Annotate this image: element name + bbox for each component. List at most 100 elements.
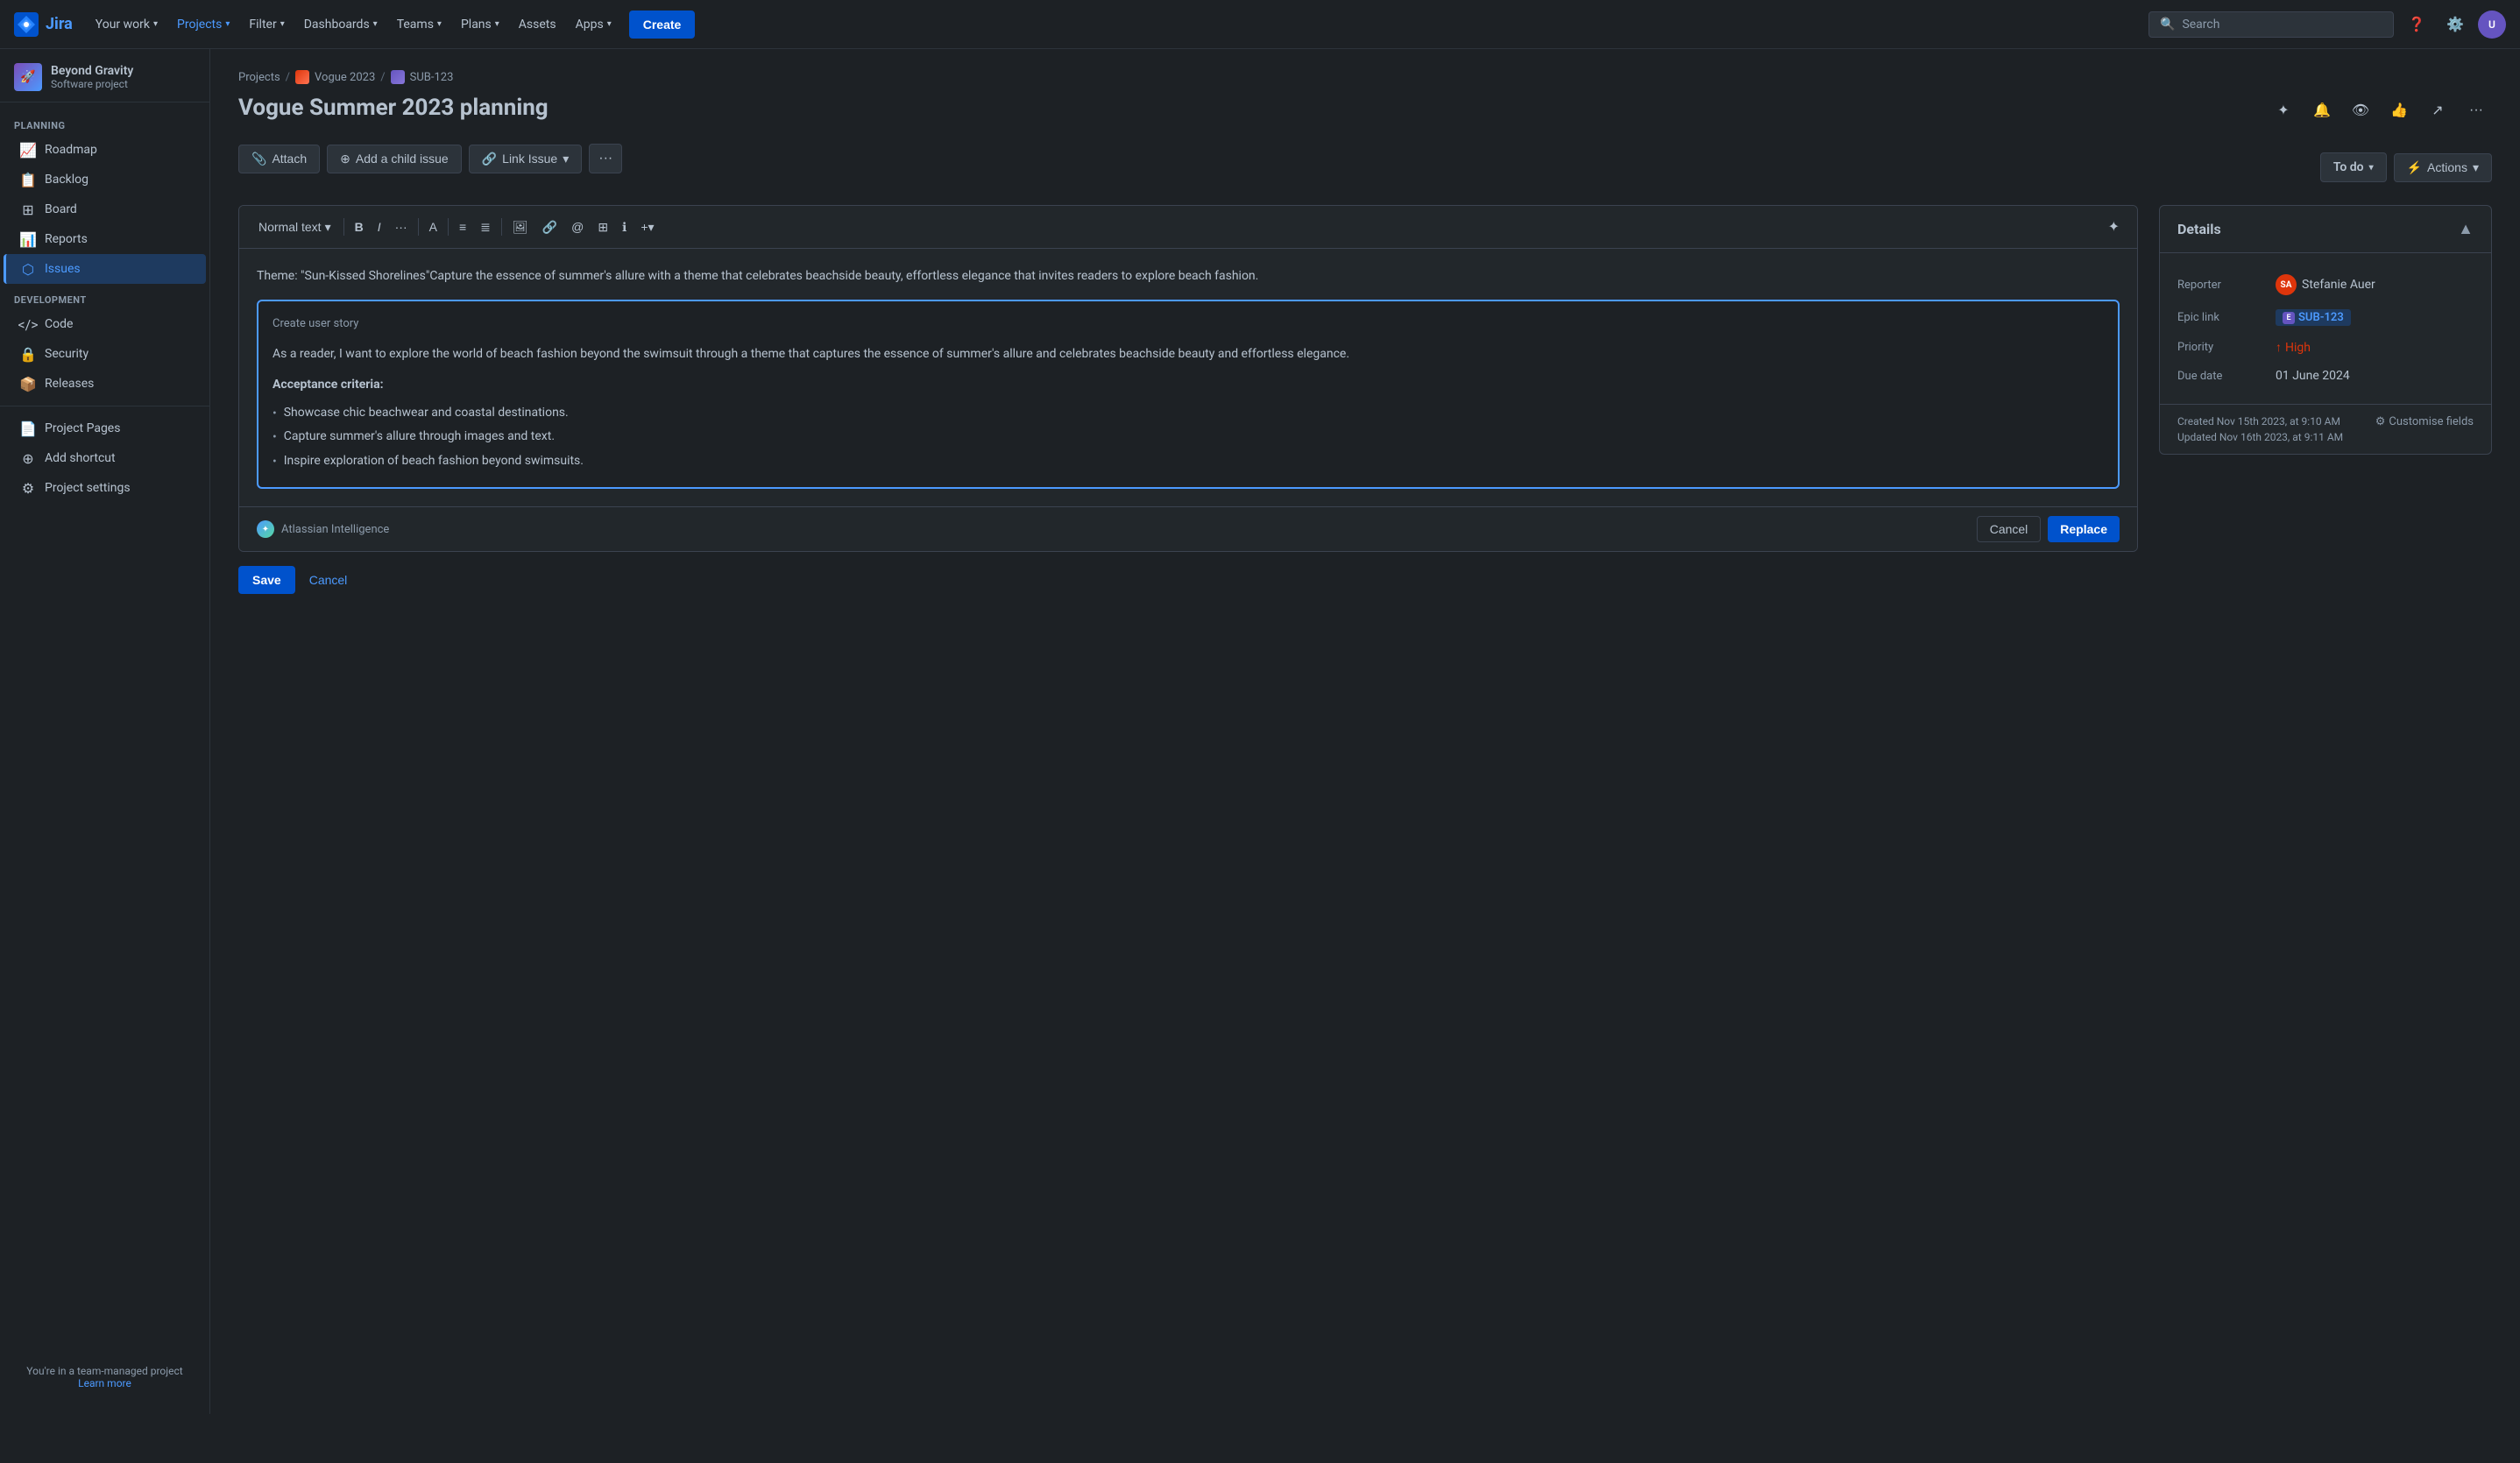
link-issue-button[interactable]: 🔗 Link Issue ▾ <box>469 145 583 173</box>
ai-brand-label: Atlassian Intelligence <box>281 523 389 536</box>
notification-button[interactable]: 🔔 <box>2306 95 2338 126</box>
releases-label: Releases <box>45 377 94 391</box>
theme-text: Theme: "Sun-Kissed Shorelines"Capture th… <box>257 266 2120 286</box>
chevron-down-icon: ▾ <box>2369 163 2374 173</box>
sidebar-item-issues[interactable]: ⬡ Issues <box>4 254 206 284</box>
bullet-list-button[interactable]: ≡ <box>454 216 471 237</box>
save-button[interactable]: Save <box>238 566 295 594</box>
cancel-edit-button[interactable]: Cancel <box>302 566 355 594</box>
topnav-right: 🔍 Search ❓ ⚙️ U <box>2148 9 2506 40</box>
thumbsup-button[interactable]: 👍 <box>2383 95 2415 126</box>
help-button[interactable]: ❓ <box>2401 9 2432 40</box>
issues-label: Issues <box>45 262 81 276</box>
add-shortcut-icon: ⊕ <box>20 450 36 466</box>
info-button[interactable]: ℹ <box>617 216 632 238</box>
breadcrumb-sub[interactable]: SUB-123 <box>410 71 454 84</box>
editor-body[interactable]: Theme: "Sun-Kissed Shorelines"Capture th… <box>239 249 2137 506</box>
plans-nav[interactable]: Plans ▾ <box>452 12 508 37</box>
image-button[interactable]: 🖼 <box>507 216 534 238</box>
details-collapse-button[interactable]: ▲ <box>2458 220 2474 238</box>
project-icon: 🚀 <box>14 63 42 91</box>
text-color-button[interactable]: A <box>424 216 442 237</box>
sparkle-button[interactable]: ✦ <box>2268 95 2299 126</box>
settings-button[interactable]: ⚙️ <box>2439 9 2471 40</box>
user-avatar[interactable]: U <box>2478 11 2506 39</box>
share-button[interactable]: ↗ <box>2422 95 2453 126</box>
editor-wrapper: Normal text ▾ B I ··· A ≡ ≣ 🖼 <box>238 205 2138 552</box>
reports-label: Reports <box>45 232 88 246</box>
priority-value: ↑ High <box>2276 340 2311 355</box>
learn-more-link[interactable]: Learn more <box>78 1377 131 1389</box>
link-button[interactable]: 🔗 <box>537 216 563 238</box>
insert-more-button[interactable]: +▾ <box>635 216 659 238</box>
editor-save-row: Save Cancel <box>238 566 2138 594</box>
breadcrumb-vogue[interactable]: Vogue 2023 <box>315 71 375 84</box>
attach-button[interactable]: 📎 Attach <box>238 145 320 173</box>
dashboards-nav[interactable]: Dashboards ▾ <box>295 12 386 37</box>
italic-button[interactable]: I <box>372 216 386 237</box>
filter-nav[interactable]: Filter ▾ <box>240 12 293 37</box>
sidebar-footer: You're in a team-managed project Learn m… <box>0 1354 209 1400</box>
chevron-down-icon: ▾ <box>225 19 230 29</box>
sidebar-item-security[interactable]: 🔒 Security <box>4 339 206 369</box>
timestamps: Created Nov 15th 2023, at 9:10 AM Update… <box>2177 415 2343 443</box>
add-child-issue-button[interactable]: ⊕ Add a child issue <box>327 145 462 173</box>
numbered-list-button[interactable]: ≣ <box>475 216 496 238</box>
customise-fields-button[interactable]: ⚙ Customise fields <box>2375 415 2474 428</box>
create-button[interactable]: Create <box>629 11 696 39</box>
settings-icon: ⚙ <box>20 480 36 496</box>
chevron-down-icon: ▾ <box>2473 160 2479 175</box>
sidebar-item-add-shortcut[interactable]: ⊕ Add shortcut <box>4 443 206 473</box>
list-item: Showcase chic beachwear and coastal dest… <box>273 401 2104 425</box>
table-button[interactable]: ⊞ <box>592 216 613 238</box>
teams-nav[interactable]: Teams ▾ <box>388 12 450 37</box>
assets-nav[interactable]: Assets <box>510 12 565 37</box>
issue-actions-row: 📎 Attach ⊕ Add a child issue 🔗 Link Issu… <box>238 144 2492 191</box>
actions-button[interactable]: ⚡ Actions ▾ <box>2394 153 2492 182</box>
sidebar-item-releases[interactable]: 📦 Releases <box>4 369 206 399</box>
projects-nav[interactable]: Projects ▾ <box>168 12 238 37</box>
sidebar-item-board[interactable]: ⊞ Board <box>4 194 206 224</box>
project-header[interactable]: 🚀 Beyond Gravity Software project <box>0 49 209 102</box>
search-box[interactable]: 🔍 Search <box>2148 11 2394 38</box>
acceptance-criteria-list: Showcase chic beachwear and coastal dest… <box>273 401 2104 473</box>
watch-button[interactable]: 👁 <box>2345 95 2376 126</box>
cancel-ai-button[interactable]: Cancel <box>1977 516 2042 542</box>
priority-label: Priority <box>2177 341 2265 354</box>
main-content: Projects / Vogue 2023 / SUB-123 Vogue Su… <box>210 49 2520 1414</box>
releases-icon: 📦 <box>20 376 36 392</box>
app-logo[interactable]: Jira <box>14 12 73 37</box>
sidebar-item-backlog[interactable]: 📋 Backlog <box>4 165 206 194</box>
updated-timestamp: Updated Nov 16th 2023, at 9:11 AM <box>2177 431 2343 443</box>
bold-button[interactable]: B <box>350 216 369 237</box>
search-icon: 🔍 <box>2160 18 2175 32</box>
chevron-down-icon: ▾ <box>607 19 612 29</box>
actions-icon: ⚡ <box>2407 160 2422 175</box>
ai-story-body: As a reader, I want to explore the world… <box>273 344 2104 473</box>
priority-row: Priority ↑ High <box>2177 333 2474 362</box>
more-formatting-button[interactable]: ··· <box>390 216 413 237</box>
sub-icon <box>391 70 405 84</box>
text-style-select[interactable]: Normal text ▾ <box>251 216 338 238</box>
expand-editor-button[interactable]: ✦ <box>2103 215 2125 239</box>
apps-nav[interactable]: Apps ▾ <box>567 12 620 37</box>
mention-button[interactable]: @ <box>566 216 589 237</box>
status-dropdown[interactable]: To do ▾ <box>2320 152 2387 182</box>
header-actions-right: ✦ 🔔 👁 👍 ↗ ··· <box>2268 95 2492 126</box>
sidebar-item-roadmap[interactable]: 📈 Roadmap <box>4 135 206 165</box>
breadcrumb-projects[interactable]: Projects <box>238 71 280 84</box>
sidebar-item-project-settings[interactable]: ⚙ Project settings <box>4 473 206 503</box>
more-options-button[interactable]: ··· <box>2460 95 2492 126</box>
roadmap-icon: 📈 <box>20 142 36 158</box>
sidebar-item-reports[interactable]: 📊 Reports <box>4 224 206 254</box>
epic-badge[interactable]: E SUB-123 <box>2276 309 2351 326</box>
sidebar-item-project-pages[interactable]: 📄 Project Pages <box>4 413 206 443</box>
sidebar-item-code[interactable]: </> Code <box>4 309 206 339</box>
chevron-down-icon: ▾ <box>153 19 158 29</box>
app-name: Jira <box>46 15 73 33</box>
backlog-label: Backlog <box>45 173 88 187</box>
planning-section-label: PLANNING <box>0 110 209 135</box>
your-work-nav[interactable]: Your work ▾ <box>87 12 166 37</box>
more-toolbar-button[interactable]: ··· <box>589 144 622 173</box>
replace-button[interactable]: Replace <box>2048 516 2120 542</box>
